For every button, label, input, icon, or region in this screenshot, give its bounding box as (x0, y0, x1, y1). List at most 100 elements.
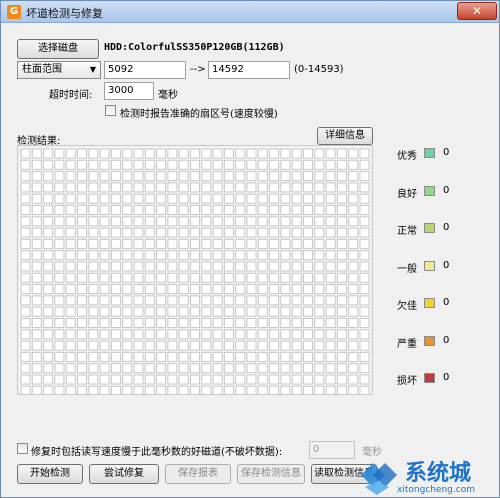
grid-cell (212, 385, 223, 394)
grid-cell (291, 385, 302, 394)
grid-cell (178, 295, 189, 306)
grid-cell (303, 340, 313, 351)
title-bar[interactable]: G 坏道检测与修复 ✕ (1, 1, 499, 23)
grid-cell (122, 363, 133, 374)
grid-cell (303, 318, 313, 328)
grid-cell (99, 284, 110, 295)
grid-cell (257, 374, 268, 385)
save-report-button[interactable]: 保存报表 (165, 464, 231, 484)
range-end-input[interactable]: 14592 (208, 61, 290, 79)
grid-cell (348, 363, 359, 374)
grid-cell (65, 272, 76, 283)
grid-cell (359, 148, 370, 159)
grid-cell (144, 329, 155, 340)
grid-cell (212, 159, 223, 170)
grid-cell (167, 171, 178, 182)
grid-cell (167, 148, 178, 159)
grid-cell (336, 374, 347, 385)
grid-cell (65, 295, 76, 306)
grid-cell (359, 238, 370, 249)
grid-cell (43, 238, 54, 249)
grid-cell (348, 216, 359, 227)
grid-cell (190, 205, 200, 215)
grid-cell (133, 318, 144, 328)
grid-cell (178, 238, 189, 249)
legend-swatch (424, 148, 435, 158)
grid-cell (291, 250, 302, 261)
grid-cell (167, 216, 178, 227)
grid-cell (178, 261, 189, 272)
grid-cell (314, 182, 325, 193)
grid-cell (190, 363, 200, 374)
repair-slow-checkbox[interactable] (17, 443, 28, 454)
grid-cell (314, 227, 325, 238)
start-scan-button[interactable]: 开始检测 (17, 464, 83, 484)
grid-cell (20, 261, 31, 272)
grid-cell (31, 306, 42, 317)
app-logo-icon: G (7, 5, 21, 19)
grid-cell (246, 182, 257, 193)
grid-cell (201, 318, 212, 328)
try-repair-button[interactable]: 尝试修复 (89, 464, 159, 484)
grid-cell (110, 306, 121, 317)
grid-cell (20, 193, 31, 204)
grid-cell (20, 159, 31, 170)
grid-cell (167, 306, 178, 317)
grid-cell (43, 250, 54, 261)
grid-cell (156, 193, 167, 204)
grid-cell (325, 193, 336, 204)
grid-cell (269, 171, 280, 182)
grid-cell (257, 182, 268, 193)
grid-cell (31, 351, 42, 362)
grid-cell (280, 306, 291, 317)
grid-cell (31, 363, 42, 374)
grid-cell (99, 329, 110, 340)
range-start-input[interactable]: 5092 (104, 61, 186, 79)
grid-cell (144, 227, 155, 238)
grid-cell (269, 159, 280, 170)
grid-cell (246, 148, 257, 159)
grid-cell (359, 385, 370, 394)
save-info-button[interactable]: 保存检测信息 (237, 464, 305, 484)
grid-cell (223, 351, 234, 362)
grid-cell (336, 272, 347, 283)
grid-cell (325, 182, 336, 193)
grid-cell (246, 284, 257, 295)
grid-cell (223, 159, 234, 170)
legend-swatch (424, 298, 435, 308)
grid-cell (144, 193, 155, 204)
grid-cell (325, 238, 336, 249)
grid-cell (269, 182, 280, 193)
grid-cell (257, 363, 268, 374)
grid-cell (65, 216, 76, 227)
grid-cell (167, 351, 178, 362)
grid-cell (201, 385, 212, 394)
select-disk-button[interactable]: 选择磁盘 (17, 39, 99, 59)
report-sector-checkbox[interactable] (105, 105, 116, 116)
grid-cell (359, 351, 370, 362)
grid-cell (314, 171, 325, 182)
grid-cell (359, 216, 370, 227)
grid-cell (235, 363, 246, 374)
grid-cell (269, 284, 280, 295)
close-button[interactable]: ✕ (457, 2, 497, 20)
range-mode-select[interactable]: 柱面范围 ▼ (17, 61, 101, 79)
grid-cell (291, 295, 302, 306)
grid-cell (54, 148, 65, 159)
grid-cell (314, 340, 325, 351)
timeout-input[interactable]: 3000 (104, 82, 154, 100)
detail-info-button[interactable]: 详细信息 (317, 127, 373, 145)
repair-slow-input[interactable]: 0 (309, 441, 355, 459)
grid-cell (65, 227, 76, 238)
grid-cell (280, 159, 291, 170)
grid-cell (43, 351, 54, 362)
grid-cell (43, 159, 54, 170)
grid-cell (178, 159, 189, 170)
grid-cell (280, 363, 291, 374)
grid-cell (303, 148, 313, 159)
grid-cell (201, 261, 212, 272)
grid-cell (190, 351, 200, 362)
grid-cell (77, 159, 87, 170)
grid-cell (190, 385, 200, 394)
grid-cell (31, 193, 42, 204)
